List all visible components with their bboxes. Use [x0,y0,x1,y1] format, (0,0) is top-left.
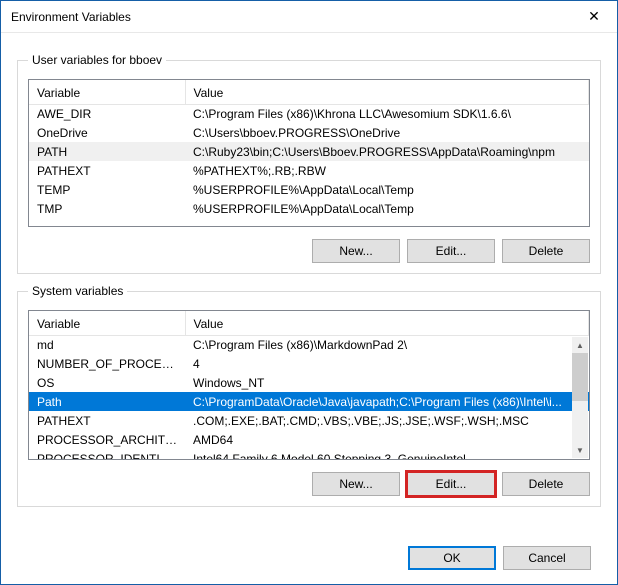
column-header-variable[interactable]: Variable [29,311,185,335]
titlebar: Environment Variables ✕ [1,1,617,33]
column-header-value[interactable]: Value [185,80,589,104]
system-variables-legend: System variables [28,284,127,298]
column-header-variable[interactable]: Variable [29,80,185,104]
system-new-button[interactable]: New... [312,472,400,496]
environment-variables-dialog: Environment Variables ✕ User variables f… [0,0,618,585]
user-variables-legend: User variables for bboev [28,53,166,67]
close-icon: ✕ [588,8,600,25]
dialog-content: User variables for bboev Variable Value … [1,33,617,532]
dialog-footer: OK Cancel [1,532,617,584]
table-row[interactable]: NUMBER_OF_PROCESSORS4 [29,354,589,373]
table-row[interactable]: TMP%USERPROFILE%\AppData\Local\Temp [29,199,589,218]
scroll-up-icon[interactable]: ▲ [572,337,588,353]
table-row[interactable]: PATHC:\Ruby23\bin;C:\Users\Bboev.PROGRES… [29,142,589,161]
table-row[interactable]: TEMP%USERPROFILE%\AppData\Local\Temp [29,180,589,199]
system-edit-button[interactable]: Edit... [407,472,495,496]
scrollbar[interactable]: ▲ ▼ [572,337,588,458]
user-new-button[interactable]: New... [312,239,400,263]
system-buttons-row: New... Edit... Delete [28,472,590,496]
table-row[interactable]: mdC:\Program Files (x86)\MarkdownPad 2\ [29,335,589,354]
user-buttons-row: New... Edit... Delete [28,239,590,263]
table-row[interactable]: PATHEXT%PATHEXT%;.RB;.RBW [29,161,589,180]
table-row[interactable]: PROCESSOR_ARCHITECTUREAMD64 [29,430,589,449]
window-title: Environment Variables [11,10,571,24]
user-variables-table[interactable]: Variable Value AWE_DIRC:\Program Files (… [28,79,590,227]
user-edit-button[interactable]: Edit... [407,239,495,263]
table-row[interactable]: PROCESSOR_IDENTIFIERIntel64 Family 6 Mod… [29,449,589,460]
user-delete-button[interactable]: Delete [502,239,590,263]
cancel-button[interactable]: Cancel [503,546,591,570]
column-header-value[interactable]: Value [185,311,589,335]
ok-button[interactable]: OK [408,546,496,570]
table-row[interactable]: OneDriveC:\Users\bboev.PROGRESS\OneDrive [29,123,589,142]
scroll-down-icon[interactable]: ▼ [572,442,588,458]
scroll-thumb[interactable] [572,353,588,401]
system-variables-table[interactable]: Variable Value mdC:\Program Files (x86)\… [28,310,590,460]
table-row[interactable]: PathC:\ProgramData\Oracle\Java\javapath;… [29,392,589,411]
table-row[interactable]: OSWindows_NT [29,373,589,392]
user-variables-group: User variables for bboev Variable Value … [17,53,601,274]
table-row[interactable]: AWE_DIRC:\Program Files (x86)\Khrona LLC… [29,104,589,123]
system-variables-group: System variables Variable Value mdC:\Pro… [17,284,601,507]
close-button[interactable]: ✕ [571,1,617,32]
table-row[interactable]: PATHEXT.COM;.EXE;.BAT;.CMD;.VBS;.VBE;.JS… [29,411,589,430]
system-delete-button[interactable]: Delete [502,472,590,496]
